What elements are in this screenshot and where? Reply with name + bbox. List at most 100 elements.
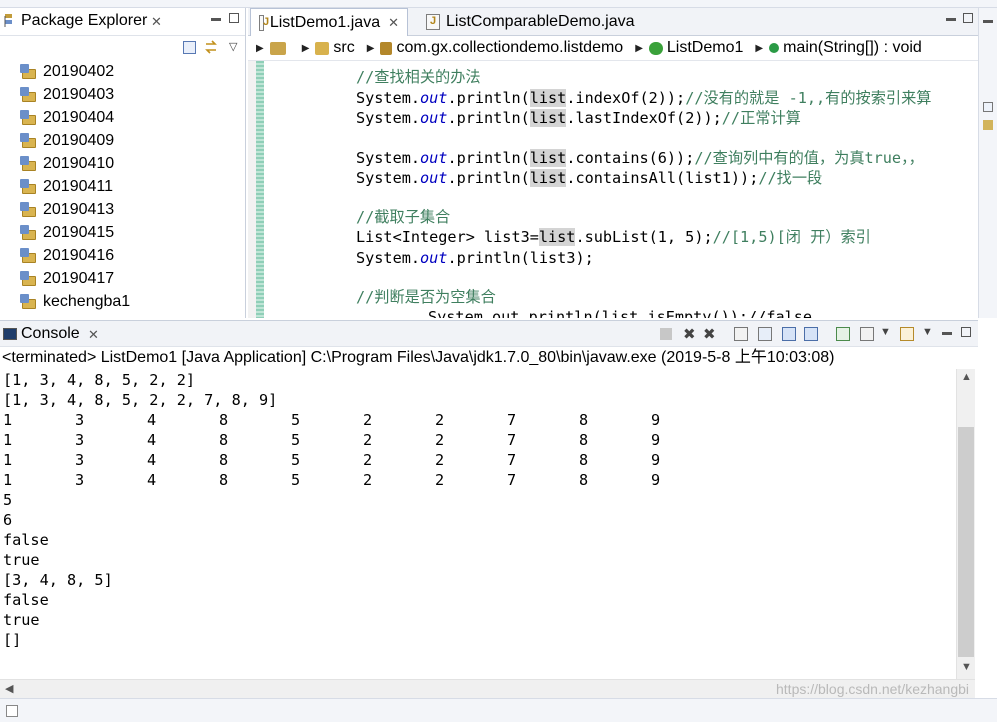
outline-icon[interactable] [983,120,993,130]
minimize-icon[interactable] [211,18,221,21]
tree-item-project[interactable]: 20190415 [20,221,114,244]
grid-cell: 3 [75,471,85,489]
chevron-up-icon[interactable]: ▲ [961,371,972,383]
output-line: [] [3,631,22,649]
code-line: System.out.println(list.containsAll(list… [356,168,822,188]
breadcrumb-class[interactable]: ListDemo1 [648,39,744,57]
remove-launch-icon[interactable]: ✖ [683,325,696,343]
open-console-icon[interactable] [900,327,914,341]
project-label: 20190404 [43,108,115,126]
console-title[interactable]: Console [21,325,80,343]
right-trim-bar [978,8,997,318]
grid-cell: 9 [651,451,661,469]
tree-item-project[interactable]: 20190404 [20,106,114,129]
tree-item-project[interactable]: 20190416 [20,244,114,267]
horizontal-scrollbar[interactable]: ◀ https://blog.csdn.net/kezhangbi [0,679,975,698]
show-on-output-icon[interactable] [782,327,796,341]
code-field: out [420,169,448,187]
chevron-down-icon[interactable]: ▼ [922,326,933,338]
scroll-lock-icon[interactable] [758,327,772,341]
minimize-icon[interactable] [983,20,993,23]
new-item-icon[interactable] [6,705,18,717]
code-text: .println( [447,149,530,167]
java-file-icon [259,14,269,31]
code-text: System. [356,109,421,127]
project-icon [20,86,38,103]
scrollbar-thumb[interactable] [958,427,974,657]
output-line: [1, 3, 4, 8, 5, 2, 2, 7, 8, 9] [3,391,278,409]
display-console-icon[interactable] [860,327,874,341]
tree-item-project[interactable]: 20190410 [20,152,114,175]
restore-icon[interactable] [983,102,993,112]
project-label: 20190409 [43,131,115,149]
code-comment: //正常计算 [721,109,801,127]
code-editor[interactable]: //查找相关的办法 System.out.println(list.indexO… [248,61,978,318]
tree-item-project[interactable]: 20190403 [20,83,114,106]
code-text: System. [356,249,421,267]
tree-item-project[interactable]: kechengba1 [20,290,130,313]
breadcrumb-class-label: ListDemo1 [666,39,744,56]
code-comment: //截取子集合 [356,208,451,226]
grid-cell: 9 [651,471,661,489]
link-with-editor-icon[interactable] [204,40,218,54]
show-on-error-icon[interactable] [804,327,818,341]
tab-listdemo1[interactable]: ListDemo1.java ✕ [250,8,408,36]
code-highlight: list [529,89,567,107]
package-explorer-icon [4,13,13,29]
output-line: [3, 4, 8, 5] [3,571,113,589]
chevron-right-icon: ▶ [301,42,310,54]
breadcrumb-src[interactable]: src [315,39,355,57]
code-comment: //查找相关的办法 [356,68,481,86]
grid-cell: 8 [219,411,229,429]
grid-cell: 5 [291,431,301,449]
close-icon[interactable]: ✕ [88,327,99,343]
clear-console-icon[interactable] [734,327,748,341]
breadcrumb-project[interactable] [269,41,290,55]
java-file-icon [426,14,440,30]
terminate-icon[interactable] [660,328,672,340]
output-line: false [3,531,49,549]
grid-cell: 8 [579,471,589,489]
close-icon[interactable]: ✕ [151,14,162,30]
tree-item-project[interactable]: 20190413 [20,198,114,221]
collapse-all-icon[interactable] [183,41,196,54]
package-explorer-toolbar: ▽ [0,36,245,62]
console-launch-header: <terminated> ListDemo1 [Java Application… [0,347,978,369]
package-explorer-title[interactable]: Package Explorer [21,12,147,30]
grid-cell: 8 [219,451,229,469]
close-icon[interactable]: ✕ [388,15,399,31]
code-comment: //判断是否为空集合 [356,288,496,306]
code-text: .println(list3); [447,249,594,267]
code-comment: //找一段 [758,169,823,187]
class-icon [648,41,663,55]
project-label: 20190410 [43,154,115,172]
vertical-scrollbar[interactable]: ▲ ▼ [956,369,975,679]
breadcrumb-method[interactable]: main(String[]) : void [769,39,922,57]
minimize-icon[interactable] [942,332,952,335]
tree-item-project[interactable]: 20190417 [20,267,114,290]
breadcrumb-package[interactable]: com.gx.collectiondemo.listdemo [380,39,623,57]
chevron-down-icon[interactable]: ▼ [880,326,891,338]
grid-cell: 4 [147,431,157,449]
minimize-icon[interactable] [946,18,956,21]
maximize-icon[interactable] [963,13,973,23]
maximize-icon[interactable] [229,13,239,23]
code-line: System.out.println(list.contains(6));//查… [356,148,924,168]
remove-all-terminated-icon[interactable]: ✖ [703,325,716,343]
chevron-down-icon[interactable]: ▼ [961,661,972,673]
chevron-left-icon[interactable]: ◀ [5,682,13,695]
pin-console-icon[interactable] [836,327,850,341]
console-output[interactable]: [1, 3, 4, 8, 5, 2, 2] [1, 3, 4, 8, 5, 2,… [0,369,956,679]
output-line: [1, 3, 4, 8, 5, 2, 2] [3,371,196,389]
tree-item-project[interactable]: 20190402 [20,60,114,83]
output-grid-row: 1 3 4 8 5 2 2 7 8 9 [3,410,703,430]
maximize-icon[interactable] [961,327,971,337]
view-menu-icon[interactable]: ▽ [229,40,237,53]
tree-item-project[interactable]: 20190409 [20,129,114,152]
tree-item-project[interactable]: 20190411 [20,175,113,198]
code-text: System. [356,149,421,167]
output-grid-row: 1 3 4 8 5 2 2 7 8 9 [3,450,703,470]
grid-cell: 2 [363,431,373,449]
tab-listcomparabledemo[interactable]: ListComparableDemo.java [418,8,643,36]
grid-cell: 9 [651,411,661,429]
